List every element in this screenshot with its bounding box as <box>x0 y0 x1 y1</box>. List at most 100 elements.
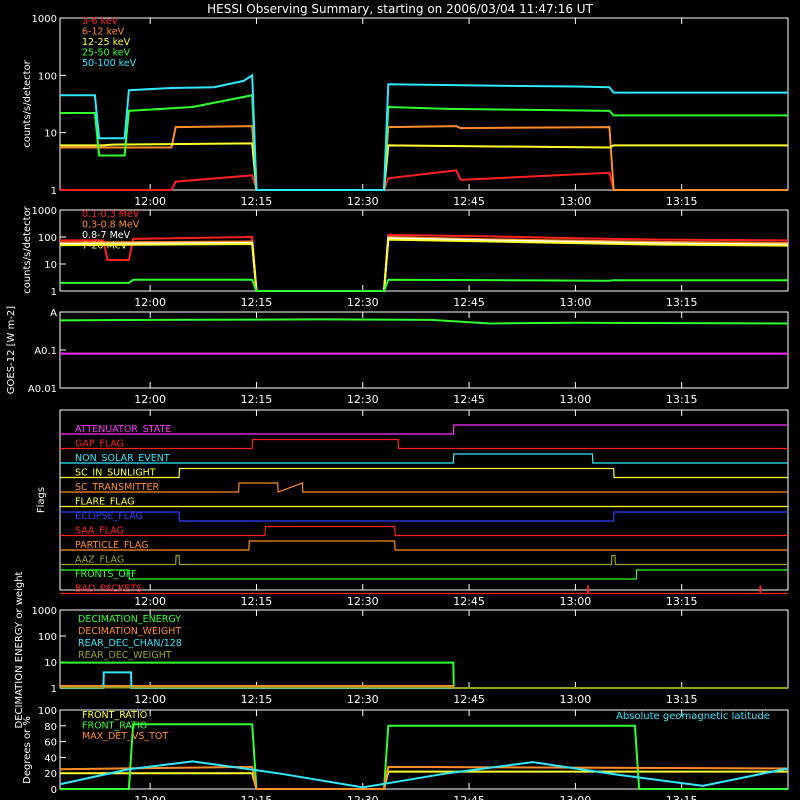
legend-entry: REAR_DEC_CHAN/128 <box>78 638 182 649</box>
series-line-4 <box>60 73 788 191</box>
panel-lightcurve_low: 12:00 12:15 12:30 12:45 13:00 13:15 counts/s/d… <box>22 14 789 208</box>
flag-label: GAP_FLAG <box>75 439 124 450</box>
x-tick-label: 13:00 <box>560 794 592 800</box>
flag-line-4 <box>60 482 788 493</box>
flag-line-8 <box>60 540 788 551</box>
series-line-2 <box>60 142 788 191</box>
legend-entry: 3-6 keV <box>82 16 119 27</box>
series-line-0 <box>59 318 789 325</box>
x-tick-label: 12:30 <box>347 296 379 309</box>
series-line-3 <box>59 238 789 292</box>
legend-entry: 7-20 MeV <box>82 241 128 252</box>
x-tick-label: 12:45 <box>453 595 485 608</box>
series-line-0 <box>60 661 788 689</box>
legend-entry: FRONT_RATIO <box>82 710 147 721</box>
y-tick-label: A0.01 <box>28 384 57 395</box>
x-tick-label: 12:00 <box>134 693 166 706</box>
x-tick-label: 13:15 <box>666 393 698 406</box>
flag-line-3 <box>60 467 788 479</box>
series-line-2 <box>59 237 789 292</box>
flag-label: FLARE_FLAG <box>75 497 135 508</box>
legend-entry: 50-100 keV <box>82 58 137 69</box>
y-axis-label: GOES-12 [W m-2] <box>6 306 17 394</box>
series-line-1 <box>60 723 788 790</box>
panel-frame <box>59 409 789 591</box>
panel-flags: 12:00 12:15 12:30 12:45 13:00 13:15 Flags ATTEN… <box>36 409 789 608</box>
y-tick-label: 60 <box>44 738 57 749</box>
x-tick-label: 12:30 <box>347 195 379 208</box>
x-tick-label: 12:45 <box>453 195 485 208</box>
panel-frame <box>59 17 789 191</box>
y-tick-label: 1000 <box>32 206 57 217</box>
x-tick-label: 12:15 <box>241 195 273 208</box>
flag-line-1 <box>60 438 788 450</box>
y-axis-label: counts/s/detector <box>22 59 33 147</box>
y-axis-label: counts/s/detector <box>22 205 33 293</box>
y-tick-label: 80 <box>44 722 57 733</box>
flag-label: SC_IN_SUNLIGHT <box>75 468 156 479</box>
flag-label: NON_SOLAR_EVENT <box>75 453 170 464</box>
y-tick-label: 1 <box>51 287 57 298</box>
x-tick-label: 13:15 <box>666 794 698 800</box>
x-tick-label: 12:00 <box>134 595 166 608</box>
x-tick-label: 13:00 <box>560 195 592 208</box>
x-tick-label: 12:15 <box>241 693 273 706</box>
flag-line-9 <box>60 554 788 566</box>
x-tick-label: 12:45 <box>453 296 485 309</box>
x-tick-label: 12:00 <box>134 296 166 309</box>
x-tick-label: 12:00 <box>134 393 166 406</box>
y-tick-label: 1000 <box>32 606 57 617</box>
flag-line-7 <box>60 525 788 537</box>
x-tick-label: 12:45 <box>453 693 485 706</box>
x-tick-label: 13:15 <box>666 693 698 706</box>
series-line-3 <box>60 686 788 689</box>
panel-lightcurve_high: 12:00 12:15 12:30 12:45 13:00 13:15 counts/s/d… <box>22 205 789 309</box>
observing-summary-figure: HESSI Observing Summary, starting on 200… <box>6 2 789 800</box>
series-line-4 <box>60 278 788 292</box>
legend-entry: FRONT_RATIO <box>82 721 147 732</box>
x-tick-label: 12:30 <box>347 595 379 608</box>
series-line-0 <box>60 169 788 191</box>
series-line-0 <box>60 770 788 790</box>
panel-goes: 12:00 12:15 12:30 12:45 13:00 13:15 GOES-12 [W… <box>6 306 789 406</box>
flag-label: AAZ_FLAG <box>75 555 124 566</box>
series-line-3 <box>60 94 788 191</box>
x-tick-label: 13:15 <box>666 296 698 309</box>
y-tick-label: 1 <box>51 684 57 695</box>
legend-entry: REAR_DEC_WEIGHT <box>78 650 172 661</box>
legend-entry: 12-25 keV <box>82 37 131 48</box>
y-tick-label: 10 <box>44 658 57 669</box>
legend-entry: 0.1-0.3 MeV <box>82 209 140 220</box>
legend-entry: 0.3-0.8 MeV <box>82 220 140 231</box>
x-tick-label: 13:00 <box>560 595 592 608</box>
y-tick-label: 10 <box>44 129 57 140</box>
series-line-1 <box>60 125 788 191</box>
x-tick-label: 13:15 <box>666 195 698 208</box>
y-axis-label: DECIMATION ENERGY or weight <box>14 571 25 728</box>
x-tick-label: 12:30 <box>347 393 379 406</box>
y-axis-label: Degrees or % <box>22 716 33 784</box>
legend-entry: 0.8-7 MeV <box>82 230 131 241</box>
flag-label: SAA_FLAG <box>75 526 124 537</box>
flag-label: BAD_PACKETS <box>75 584 142 595</box>
x-tick-label: 12:00 <box>134 195 166 208</box>
x-tick-label: 12:15 <box>241 794 273 800</box>
x-tick-label: 12:00 <box>134 794 166 800</box>
y-tick-label: 1000 <box>32 14 57 25</box>
legend-entry: DECIMATION_WEIGHT <box>78 626 181 637</box>
flag-label: ECLIPSE_FLAG <box>75 511 143 522</box>
y-tick-label: 100 <box>38 233 57 244</box>
y-tick-label: 100 <box>38 71 57 82</box>
legend-entry: 6-12 keV <box>82 27 125 38</box>
x-tick-label: 12:45 <box>453 794 485 800</box>
legend-entry: Absolute geomagnetic latitude <box>616 711 770 722</box>
flag-label: PARTICLE_FLAG <box>75 540 148 551</box>
figure-title: HESSI Observing Summary, starting on 200… <box>207 2 593 16</box>
y-tick-label: 40 <box>44 753 57 764</box>
x-tick-label: 12:45 <box>453 393 485 406</box>
panel-ratios: 12:00 12:15 12:30 12:45 13:00 13:15 Degrees or… <box>22 706 789 800</box>
flag-line-6 <box>60 511 788 522</box>
y-tick-label: 20 <box>44 769 57 780</box>
series-line-3 <box>59 760 789 789</box>
x-tick-label: 13:00 <box>560 296 592 309</box>
